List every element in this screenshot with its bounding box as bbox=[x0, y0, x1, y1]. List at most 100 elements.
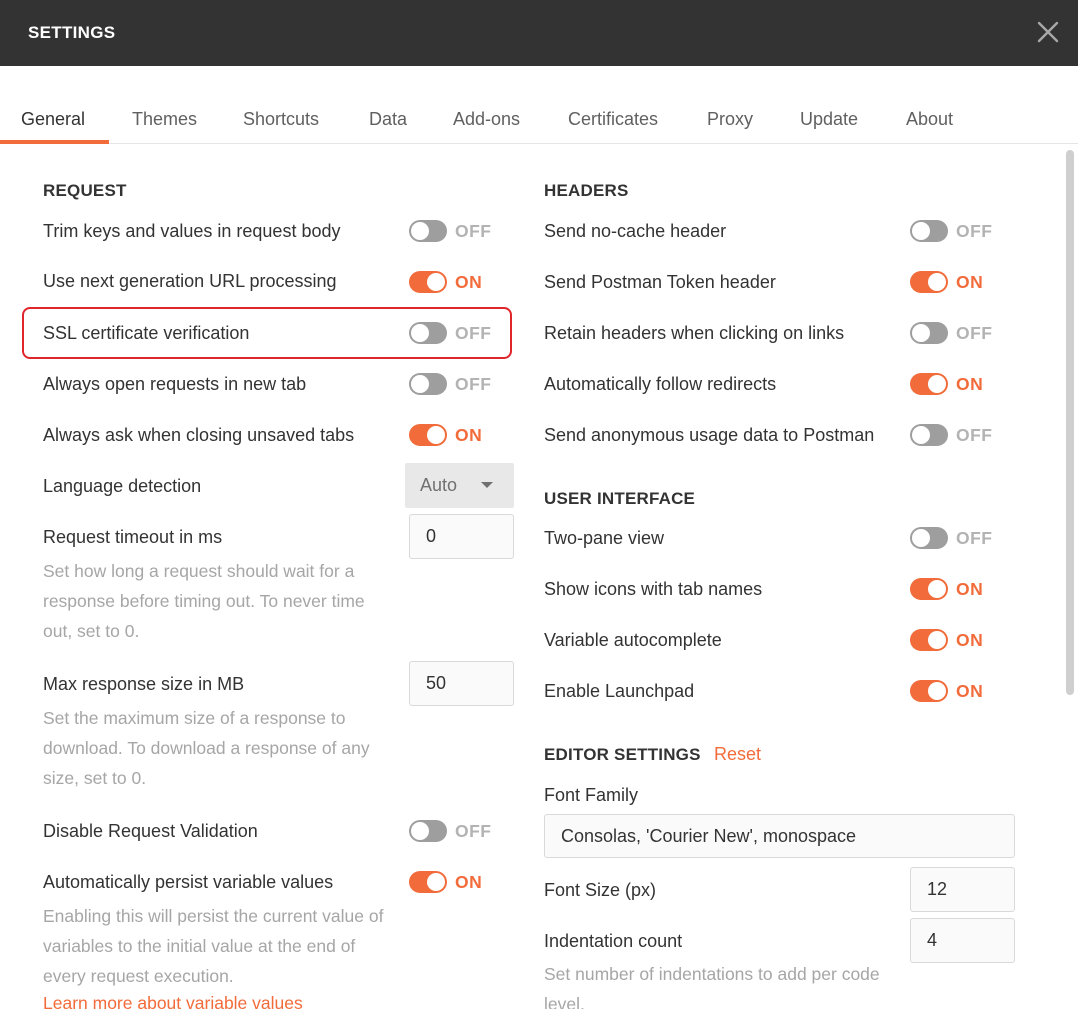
ask-closing-toggle[interactable]: ON bbox=[409, 423, 489, 449]
toggle-state-label: ON bbox=[956, 681, 984, 701]
tab-about[interactable]: About bbox=[906, 109, 953, 130]
no-cache-label: Send no-cache header bbox=[544, 221, 727, 241]
indentation-label: Indentation count bbox=[544, 931, 683, 951]
new-tab-label: Always open requests in new tab bbox=[43, 374, 307, 394]
toggle-state-label: ON bbox=[455, 272, 483, 292]
tab-certificates[interactable]: Certificates bbox=[568, 109, 658, 130]
tab-data[interactable]: Data bbox=[369, 109, 407, 130]
font-family-label: Font Family bbox=[544, 785, 639, 805]
font-size-input[interactable]: 12 bbox=[910, 867, 1015, 912]
toggle-knob bbox=[427, 873, 445, 891]
toggle-state-label: ON bbox=[956, 579, 984, 599]
tab-icons-label: Show icons with tab names bbox=[544, 579, 763, 599]
language-detection-label: Language detection bbox=[43, 476, 202, 496]
postman-token-toggle[interactable]: ON bbox=[910, 270, 990, 296]
toggle-state-label: OFF bbox=[956, 221, 993, 241]
max-size-label: Max response size in MB bbox=[43, 674, 245, 694]
persist-vars-label: Automatically persist variable values bbox=[43, 872, 334, 892]
tab-shortcuts[interactable]: Shortcuts bbox=[243, 109, 319, 130]
toggle-state-label: OFF bbox=[455, 221, 492, 241]
close-icon[interactable] bbox=[1033, 17, 1063, 47]
disable-validation-toggle[interactable]: OFF bbox=[409, 819, 492, 845]
max-size-description: Set the maximum size of a response to do… bbox=[43, 708, 370, 788]
retain-headers-toggle[interactable]: OFF bbox=[910, 321, 993, 347]
toggle-knob bbox=[411, 375, 429, 393]
learn-more-link[interactable]: Learn more about variable values bbox=[43, 993, 303, 1009]
max-size-input[interactable]: 50 bbox=[409, 661, 514, 706]
toggle-knob bbox=[928, 580, 946, 598]
persist-vars-toggle[interactable]: ON bbox=[409, 870, 489, 896]
toggle-knob bbox=[912, 426, 930, 444]
new-tab-toggle[interactable]: OFF bbox=[409, 372, 492, 398]
var-autocomplete-label: Variable autocomplete bbox=[544, 630, 722, 650]
launchpad-label: Enable Launchpad bbox=[544, 681, 695, 701]
chevron-down-icon bbox=[481, 482, 493, 488]
toggle-state-label: OFF bbox=[455, 374, 492, 394]
no-cache-toggle[interactable]: OFF bbox=[910, 219, 993, 245]
timeout-description: Set how long a request should wait for a… bbox=[43, 561, 365, 641]
toggle-state-label: ON bbox=[455, 425, 483, 445]
tab-themes[interactable]: Themes bbox=[132, 109, 197, 130]
disable-validation-label: Disable Request Validation bbox=[43, 821, 258, 841]
indentation-description: Set number of indentations to add per co… bbox=[544, 964, 880, 1009]
retain-headers-label: Retain headers when clicking on links bbox=[544, 323, 845, 343]
timeout-input[interactable]: 0 bbox=[409, 514, 514, 559]
toggle-state-label: OFF bbox=[956, 528, 993, 548]
tab-add-ons[interactable]: Add-ons bbox=[453, 109, 520, 130]
ask-closing-label: Always ask when closing unsaved tabs bbox=[43, 425, 355, 445]
request-section-title: REQUEST bbox=[43, 181, 127, 200]
indentation-input[interactable]: 4 bbox=[910, 918, 1015, 963]
toggle-knob bbox=[427, 426, 445, 444]
toggle-state-label: ON bbox=[956, 272, 984, 292]
toggle-knob bbox=[928, 682, 946, 700]
tab-update[interactable]: Update bbox=[800, 109, 858, 130]
trim-keys-label: Trim keys and values in request body bbox=[43, 221, 341, 241]
launchpad-toggle[interactable]: ON bbox=[910, 679, 990, 705]
tab-icons-toggle[interactable]: ON bbox=[910, 577, 990, 603]
ssl-verification-toggle[interactable]: OFF bbox=[409, 321, 492, 347]
toggle-state-label: ON bbox=[956, 374, 984, 394]
next-gen-url-label: Use next generation URL processing bbox=[43, 271, 337, 291]
next-gen-url-toggle[interactable]: ON bbox=[409, 270, 489, 296]
postman-token-label: Send Postman Token header bbox=[544, 272, 776, 292]
language-detection-select[interactable]: Auto bbox=[405, 463, 514, 508]
follow-redirects-toggle[interactable]: ON bbox=[910, 372, 990, 398]
font-family-input[interactable]: Consolas, 'Courier New', monospace bbox=[544, 814, 1015, 858]
toggle-knob bbox=[928, 631, 946, 649]
editor-section-title: EDITOR SETTINGS bbox=[544, 745, 701, 764]
title-bar: SETTINGS bbox=[0, 0, 1078, 66]
settings-tabs: General Themes Shortcuts Data Add-ons Ce… bbox=[0, 96, 1078, 144]
toggle-state-label: OFF bbox=[956, 425, 993, 445]
select-value: Auto bbox=[420, 475, 458, 495]
ui-section-title: USER INTERFACE bbox=[544, 489, 696, 508]
persist-vars-description: Enabling this will persist the current v… bbox=[43, 906, 384, 986]
toggle-state-label: OFF bbox=[455, 821, 492, 841]
follow-redirects-label: Automatically follow redirects bbox=[544, 374, 777, 394]
var-autocomplete-toggle[interactable]: ON bbox=[910, 628, 990, 654]
toggle-knob bbox=[912, 222, 930, 240]
timeout-label: Request timeout in ms bbox=[43, 527, 223, 547]
toggle-knob bbox=[912, 529, 930, 547]
toggle-state-label: ON bbox=[956, 630, 984, 650]
scrollbar-thumb[interactable] bbox=[1066, 150, 1074, 695]
toggle-knob bbox=[411, 324, 429, 342]
tab-general[interactable]: General bbox=[21, 109, 85, 130]
two-pane-toggle[interactable]: OFF bbox=[910, 526, 993, 552]
toggle-state-label: OFF bbox=[455, 323, 492, 343]
toggle-state-label: ON bbox=[455, 872, 483, 892]
active-tab-indicator bbox=[0, 140, 109, 144]
ssl-verification-label: SSL certificate verification bbox=[43, 323, 250, 343]
two-pane-label: Two-pane view bbox=[544, 528, 665, 548]
toggle-knob bbox=[928, 375, 946, 393]
toggle-state-label: OFF bbox=[956, 323, 993, 343]
reset-link[interactable]: Reset bbox=[714, 744, 761, 765]
headers-section-title: HEADERS bbox=[544, 181, 629, 200]
window-title: SETTINGS bbox=[28, 23, 116, 42]
font-size-label: Font Size (px) bbox=[544, 880, 657, 900]
anon-usage-toggle[interactable]: OFF bbox=[910, 423, 993, 449]
trim-keys-toggle[interactable]: OFF bbox=[409, 219, 492, 245]
toggle-knob bbox=[411, 222, 429, 240]
tab-proxy[interactable]: Proxy bbox=[707, 109, 753, 130]
scrollbar[interactable] bbox=[1063, 145, 1078, 1005]
toggle-knob bbox=[411, 822, 429, 840]
